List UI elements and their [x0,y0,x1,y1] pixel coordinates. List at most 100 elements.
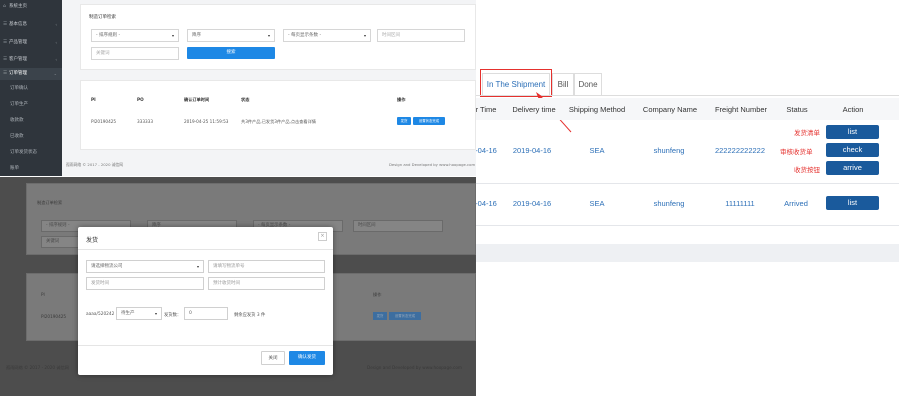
quantity-label: 发货数： [164,313,182,318]
cell-status: Arrived [784,199,808,208]
dimmed-header: 操作 [373,292,382,297]
check-button[interactable]: check [826,143,879,157]
ship-modal-screenshot: 制造订单检索 - 排序规则 - 降序 - 每页显示条数 - 时间区间 关键词 P… [0,177,476,396]
cell-po: 333333 [137,119,153,124]
row-divider [476,225,899,226]
header-status: 状态 [241,97,250,102]
sidebar-item-products[interactable]: ☰ 产品管理 ‹ [0,37,62,49]
dimmed-footer: Design and Developed by www.hoopage.com [367,365,463,370]
cell-time: 2019-04-25 11:59:53 [184,119,229,124]
header-freight-number: Freight Number [714,105,768,114]
product-name: aaaa/520242 [86,312,115,317]
sidebar-item-label: 产品管理 [9,40,27,45]
sidebar-item-basic-info[interactable]: ☰ 基本信息 ‹ [0,19,62,31]
caret-down-icon: ▾ [154,311,157,316]
sidebar-subitem-order-confirm[interactable]: 订单确认 [0,82,62,95]
keyword-input[interactable]: 关键词 [91,47,179,60]
caret-down-icon: ▾ [363,33,366,38]
cell-status[interactable]: 共3件产品,已发货3件产品,点击查看详情 [241,119,316,125]
caret-down-icon: ▾ [171,33,174,38]
list-button[interactable]: list [826,125,879,139]
dimmed-header: PI [41,292,45,297]
select-value: 降序 [192,33,201,38]
order-admin-screenshot: ⌂ 系统主页 ☰ 基本信息 ‹ ☰ 产品管理 ‹ ☰ 客户管理 ‹ ☰ 订单管理 ⌄ 订单确认 订… [0,0,476,176]
orders-table: PI PO 确认订单时间 状态 操作 PI20190425 333333 201… [80,80,476,150]
header-delivery-time: Delivery time [512,105,556,114]
header-actions: 操作 [397,97,406,102]
sidebar-subitem-bill[interactable]: 账单 [0,162,62,175]
select-value: - 每页显示条数 - [288,33,322,38]
footer-copyright: 孤雨网络 © 2017 - 2020 诚信网 [66,162,124,167]
annotation-label-arrive: 收货按钮 [794,166,820,174]
header-po: PO [137,97,144,102]
filter-panel: 制造订单检索 - 排序规则 - ▾ 降序 ▾ - 每页显示条数 - ▾ 时间区间 关键… [80,4,476,70]
page-footer-band [476,244,899,262]
tracking-number-input[interactable]: 请填写物流单号 [208,260,325,273]
modal-title: 发货 [86,237,99,244]
divider [78,249,333,250]
arrive-button[interactable]: arrive [826,161,879,175]
cell-company-name: shunfeng [653,146,685,155]
sidebar-subitem-shipping-status[interactable]: 订单发货状态 [0,146,62,159]
sidebar-item-label: 订单管理 [9,71,27,76]
select-value: - 排序规则 - [96,33,121,38]
cell-pi: PI20190425 [91,119,117,124]
annotation-label-list: 发货清单 [794,129,820,137]
shipment-list-screenshot: In The Shipment Bill Done r Time Deliver… [476,0,899,396]
sidebar-item-home[interactable]: ⌂ 系统主页 [0,1,62,13]
cell-freight-number: 11111111 [725,199,755,208]
header-status: Status [786,105,808,114]
sidebar-item-label: 客户管理 [9,57,27,62]
confirm-ship-button[interactable]: 确认发货 [289,351,325,365]
dimmed-input: 时间区间 [353,220,443,232]
header-company-name: Company Name [642,105,698,114]
caret-down-icon: ▾ [267,33,270,38]
footer-credit[interactable]: Design and Developed by www.hoopage.com [389,162,475,167]
quantity-input[interactable]: 0 [184,307,228,320]
close-icon[interactable]: × [318,232,327,241]
list-button[interactable]: list [826,196,879,210]
close-button[interactable]: 关闭 [261,351,285,365]
filter-title: 制造订单检索 [89,15,116,20]
ship-modal: 发货 × 请选择物流公司 ▾ 请填写物流单号 发货时间 预计收货时间 aaaa/5… [78,227,333,375]
page-size-select[interactable]: - 每页显示条数 - ▾ [283,29,371,42]
cell-shipping-method: SEA [589,146,605,155]
sidebar-subitem-received[interactable]: 已收款 [0,130,62,143]
cell-shipping-method: SEA [589,199,605,208]
annotation-label-check: 审核收货单 [780,148,813,156]
ship-button[interactable]: 发货 [397,117,411,125]
sort-rule-select[interactable]: - 排序规则 - ▾ [91,29,179,42]
sidebar-item-customers[interactable]: ☰ 客户管理 ‹ [0,54,62,66]
ship-time-input[interactable]: 发货时间 [86,277,204,290]
header-shipping-method: Shipping Method [568,105,626,114]
dimmed-button: 设置状态完成 [389,312,421,320]
remaining-quantity: 剩余应发货 3 件 [234,313,266,318]
select-value: 待生产 [121,311,135,316]
production-status-select[interactable]: 待生产 ▾ [116,307,162,320]
cell-freight-number: 222222222222 [714,146,766,155]
chevron-left-icon: ‹ [55,22,57,27]
header-pi: PI [91,97,96,102]
cell-delivery-time: 2019-04-16 [512,199,552,208]
arrival-time-input[interactable]: 预计收货时间 [208,277,325,290]
date-range-input[interactable]: 时间区间 [377,29,465,42]
header-order-time: r Time [476,105,497,114]
dimmed-cell: PI20190425 [41,314,67,319]
chevron-left-icon: ‹ [55,57,57,62]
logistics-company-select[interactable]: 请选择物流公司 ▾ [86,260,204,273]
dimmed-footer: 孤雨网络 © 2017 - 2020 诚信网 [6,365,69,370]
cell-order-time: -04-16 [476,199,497,208]
sidebar-item-orders[interactable]: ☰ 订单管理 ⌄ [0,68,62,80]
dimmed-button: 发货 [373,312,387,320]
cell-company-name: shunfeng [653,199,685,208]
cell-order-time: -04-16 [476,146,497,155]
chevron-left-icon: ‹ [55,40,57,45]
sort-order-select[interactable]: 降序 ▾ [187,29,275,42]
sidebar-subitem-order-production[interactable]: 订单生产 [0,98,62,111]
sidebar-subitem-receivables[interactable]: 收款款 [0,114,62,127]
caret-down-icon: ▾ [196,264,199,269]
set-complete-button[interactable]: 设置状态完成 [413,117,445,125]
chevron-down-icon: ⌄ [53,71,57,76]
header-confirm-time: 确认订单时间 [184,97,210,102]
search-button[interactable]: 搜索 [187,47,275,59]
